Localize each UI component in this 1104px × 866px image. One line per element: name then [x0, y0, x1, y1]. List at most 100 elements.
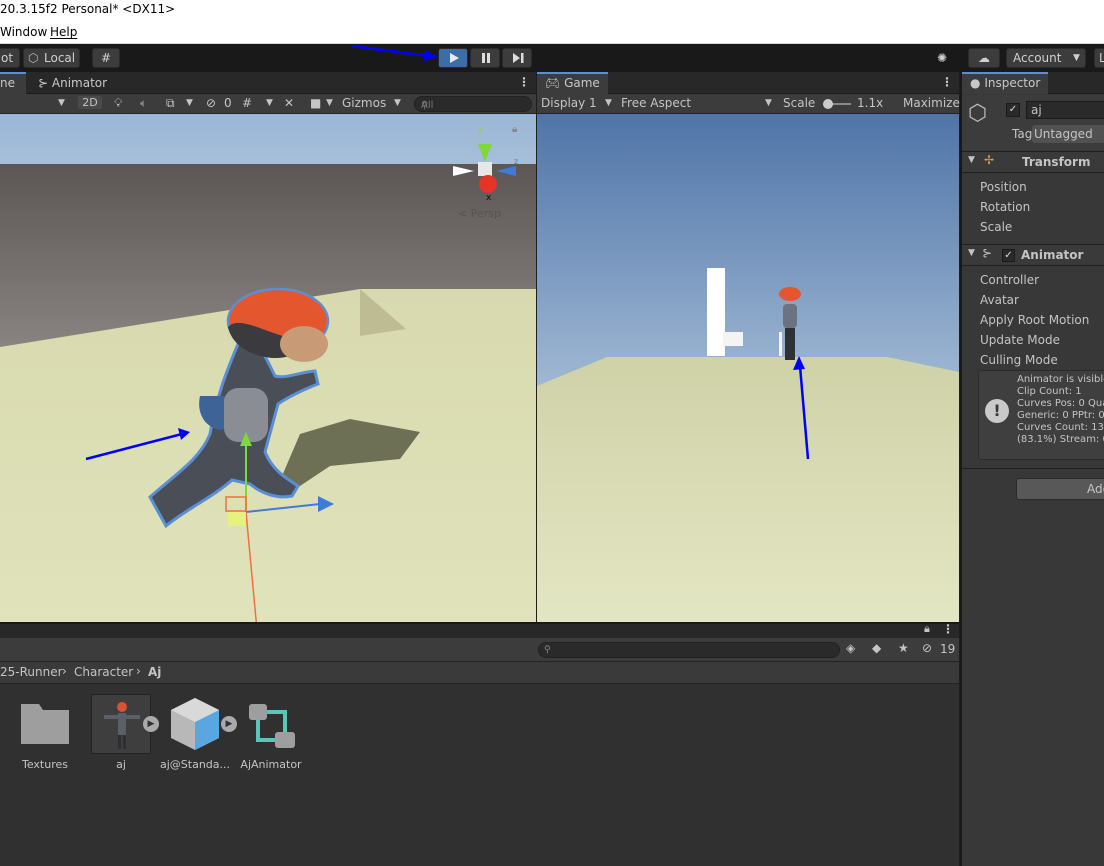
- breadcrumb-separator-icon-2: ›: [136, 664, 141, 678]
- breadcrumb-item-runner[interactable]: 25-Runner: [0, 665, 63, 679]
- favorite-icon[interactable]: ★: [898, 641, 909, 655]
- step-button[interactable]: [502, 48, 532, 68]
- effects-icon[interactable]: ⧉: [166, 96, 175, 111]
- project-search-icon: ⚲: [544, 645, 551, 655]
- lighting-icon[interactable]: 💡︎: [114, 96, 122, 111]
- play-button[interactable]: [438, 48, 468, 68]
- animator-enabled-checkbox[interactable]: ✓: [1002, 249, 1015, 262]
- hidden-count: 0: [224, 96, 232, 110]
- local-global-toggle[interactable]: ⬡ Local: [23, 48, 80, 68]
- expand-prefab-icon[interactable]: ▶: [143, 716, 159, 732]
- gizmos-chevron-icon[interactable]: ▼: [394, 98, 401, 108]
- asset-label-aj-standard: aj@Standa...: [159, 758, 231, 771]
- annotation-arrow-play: [351, 44, 438, 61]
- animator-tab-label: Animator: [51, 76, 108, 90]
- controller-label: Controller: [980, 273, 1040, 287]
- scene-search-placeholder: All: [421, 100, 434, 111]
- tools-icon[interactable]: ✕: [284, 96, 294, 110]
- object-header: ⬡ ✓ aj Tag Untagged: [962, 95, 1104, 150]
- game-viewport[interactable]: [537, 114, 959, 622]
- tab-animator[interactable]: ⊱ Animator: [30, 72, 115, 94]
- aspect-chevron-icon[interactable]: ▼: [765, 98, 772, 108]
- scene-panel-menu-icon[interactable]: ⋮: [518, 75, 530, 89]
- account-label: Account: [1013, 51, 1062, 65]
- aspect-dropdown[interactable]: Free Aspect: [621, 96, 691, 110]
- asset-ajanimator[interactable]: AjAnimator: [235, 692, 307, 776]
- display-dropdown[interactable]: Display 1: [541, 96, 597, 110]
- scale-slider-thumb[interactable]: [823, 99, 833, 109]
- game-tab-label: Game: [564, 76, 600, 90]
- filter-by-type-icon[interactable]: ◈: [846, 641, 855, 655]
- object-name-field[interactable]: aj: [1026, 101, 1104, 119]
- filter-by-label-icon[interactable]: ◆: [872, 641, 881, 655]
- mode-2d-toggle[interactable]: 2D: [78, 96, 102, 109]
- maximize-toggle[interactable]: Maximize: [903, 96, 960, 110]
- scene-panel: ne ⊱ Animator ⋮ ▼ 2D 💡︎ 🔈︎ ⧉ ▼ ⊘ 0 # ▼ ✕…: [0, 72, 536, 622]
- project-panel-menu-icon[interactable]: ⋮: [942, 622, 954, 636]
- lock-panel-icon[interactable]: 🔒︎: [924, 622, 930, 636]
- audio-icon[interactable]: 🔈︎: [140, 96, 147, 111]
- hidden-objects-icon[interactable]: ⊘: [206, 96, 216, 110]
- chevron-down-icon: ▼: [1073, 53, 1080, 63]
- tab-inspector[interactable]: ● Inspector: [962, 72, 1049, 94]
- collab-button[interactable]: ✺: [928, 48, 956, 68]
- game-panel-menu-icon[interactable]: ⋮: [941, 75, 953, 89]
- persp-label[interactable]: < Persp: [458, 207, 501, 220]
- menu-help[interactable]: Help: [50, 25, 77, 39]
- layers-dropdown[interactable]: L: [1094, 48, 1104, 68]
- grid-chevron-icon[interactable]: ▼: [266, 98, 273, 108]
- account-dropdown[interactable]: Account ▼: [1006, 48, 1086, 68]
- inspector-tab-bar: ● Inspector: [962, 72, 1104, 94]
- menu-window[interactable]: Window: [0, 25, 47, 39]
- display-chevron-icon[interactable]: ▼: [605, 98, 612, 108]
- scene-search[interactable]: ⚲ All: [414, 96, 532, 112]
- info-line-2: Clip Count: 1: [1017, 386, 1082, 397]
- folder-icon: [21, 704, 69, 744]
- white-post: [779, 332, 782, 356]
- cloud-button[interactable]: ☁: [968, 48, 1000, 68]
- pause-button[interactable]: [470, 48, 500, 68]
- animator-header[interactable]: ▼ ⊱ ✓ Animator: [962, 244, 1104, 266]
- animator-tab-icon: ⊱: [38, 76, 49, 90]
- apply-root-motion-label: Apply Root Motion: [980, 313, 1090, 327]
- active-checkbox[interactable]: ✓: [1006, 103, 1020, 117]
- model-prefab-icon: [171, 698, 219, 750]
- main-toolbar: ot ⬡ Local # ✺ ☁ Account ▼ L: [0, 44, 1104, 72]
- tag-dropdown[interactable]: Untagged: [1032, 125, 1104, 143]
- transform-icon: ✢: [984, 153, 995, 167]
- grid-icon[interactable]: #: [242, 96, 252, 110]
- game-tab-bar: 🎮︎ Game ⋮: [537, 72, 959, 94]
- pivot-toggle[interactable]: ot: [0, 48, 20, 68]
- tab-game[interactable]: 🎮︎ Game: [537, 72, 608, 94]
- transform-header[interactable]: ▼ ✢ Transform: [962, 151, 1104, 173]
- scale-label: Scale: [783, 96, 816, 110]
- culling-mode-label: Culling Mode: [980, 353, 1058, 367]
- breadcrumb-item-aj[interactable]: Aj: [148, 665, 161, 679]
- tab-scene[interactable]: ne: [0, 72, 26, 94]
- asset-label-ajanimator: AjAnimator: [240, 758, 302, 771]
- draw-mode-chevron-icon[interactable]: ▼: [58, 98, 65, 108]
- animator-controller-icon: [249, 704, 295, 748]
- info-line-3: Curves Pos: 0 Qua: [1017, 398, 1104, 409]
- add-component-button[interactable]: Add: [1016, 478, 1104, 500]
- effects-chevron-icon[interactable]: ▼: [186, 98, 193, 108]
- position-label: Position: [980, 180, 1027, 194]
- camera-chevron-icon[interactable]: ▼: [326, 98, 333, 108]
- grid-snap-button[interactable]: #: [92, 48, 120, 68]
- camera-icon[interactable]: ■: [310, 96, 321, 110]
- hidden-packages-icon[interactable]: ⊘: [922, 641, 932, 655]
- breadcrumb-separator-icon: ›: [62, 664, 67, 678]
- asset-aj-standard[interactable]: ▶ aj@Standa...: [159, 692, 237, 776]
- gizmos-button[interactable]: Gizmos: [342, 96, 386, 110]
- breadcrumb: 25-Runner › Character › Aj: [0, 662, 959, 684]
- asset-aj[interactable]: ▶ aj: [85, 692, 159, 776]
- breadcrumb-item-character[interactable]: Character: [74, 665, 133, 679]
- asset-textures[interactable]: Textures: [9, 692, 81, 776]
- lock-icon[interactable]: 🔒︎: [512, 124, 517, 135]
- pivot-label: ot: [1, 51, 14, 65]
- rotation-label: Rotation: [980, 200, 1031, 214]
- scene-viewport[interactable]: y z x 🔒︎ < Persp: [0, 114, 536, 622]
- project-search[interactable]: ⚲: [538, 642, 840, 658]
- character-prefab-icon: [91, 694, 151, 754]
- grid-snap-icon: #: [100, 51, 112, 65]
